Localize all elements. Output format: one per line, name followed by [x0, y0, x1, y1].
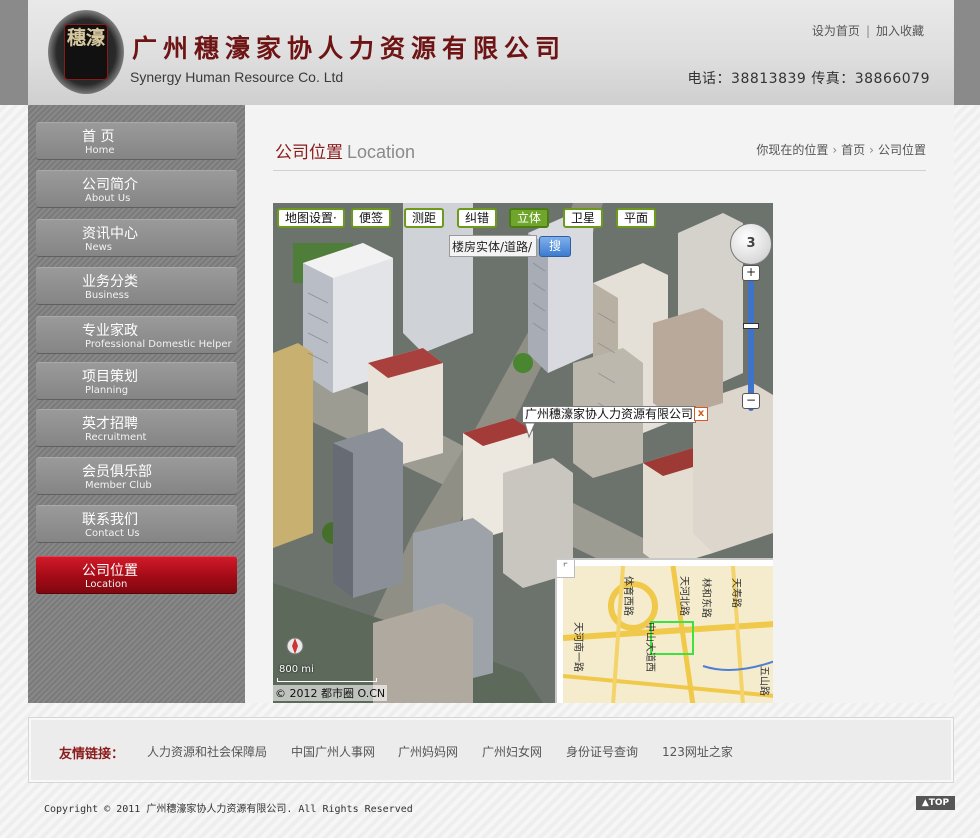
nav-item-domestic-helper[interactable]: 专业家政 Professional Domestic Helper [36, 316, 237, 354]
breadcrumb-prefix: 你现在的位置 [756, 143, 829, 157]
overview-street-label: 中山大道西 [644, 622, 657, 672]
nav-item-sublabel: Home [85, 145, 115, 156]
nav-item-business[interactable]: 业务分类 Business [36, 267, 237, 305]
overview-map-image[interactable]: 林和东路 天河北路 体育西路 天河南一路 中山大道西 天寿路 五山路 [563, 566, 773, 703]
add-bookmark-link[interactable]: 加入收藏 [876, 24, 924, 38]
company-name-cn: 广州穗濠家协人力资源有限公司 [132, 34, 567, 63]
nav-item-label: 英才招聘 [82, 416, 138, 432]
breadcrumb-current: 公司位置 [877, 143, 926, 157]
nav-item-label: 业务分类 [82, 274, 138, 290]
map-note-button[interactable]: 便签 [351, 208, 392, 228]
overview-street-label: 天河南一路 [572, 622, 585, 672]
zoom-in-button[interactable]: + [742, 265, 760, 281]
overview-street-label: 林和东路 [700, 578, 713, 618]
map-flat-button[interactable]: 平面 [616, 208, 657, 228]
map-pan-control[interactable]: 3 [730, 223, 772, 265]
nav-item-label: 资讯中心 [82, 226, 138, 242]
back-to-top-button[interactable]: ▲TOP [916, 796, 955, 810]
map-settings-button[interactable]: 地图设置· [277, 208, 345, 228]
scale-label: 800 mi [279, 664, 314, 675]
friend-link-gz-mama[interactable]: 广州妈妈网 [398, 743, 458, 760]
nav-item-sublabel: Recruitment [85, 432, 147, 443]
top-links: 设为首页 | 加入收藏 [812, 22, 924, 39]
close-icon[interactable]: x [694, 407, 708, 421]
map-overview[interactable]: 林和东路 天河北路 体育西路 天河南一路 中山大道西 天寿路 五山路 ⌜ [555, 558, 773, 703]
nav-item-sublabel: News [85, 242, 113, 253]
zoom-out-button[interactable]: − [742, 393, 760, 409]
nav-item-label: 专业家政 [82, 323, 138, 339]
site-header: 穗濠 广州穗濠家协人力资源有限公司 Synergy Human Resource… [28, 0, 954, 105]
friend-link-gz-personnel[interactable]: 中国广州人事网 [291, 743, 375, 760]
friend-link-gz-women[interactable]: 广州妇女网 [482, 743, 542, 760]
nav-item-sublabel: Member Club [85, 480, 152, 491]
set-homepage-link[interactable]: 设为首页 [812, 24, 860, 38]
logo-seal-text: 穗濠 [64, 24, 108, 80]
map-copyright: © 2012 都市圈 O.CN [273, 685, 388, 701]
nav-item-label: 首 页 [82, 129, 115, 145]
nav-item-contact[interactable]: 联系我们 Contact Us [36, 505, 237, 543]
nav-item-about[interactable]: 公司简介 About Us [36, 170, 237, 208]
map-measure-button[interactable]: 测距 [404, 208, 445, 228]
site-copyright: Copyright © 2011 广州穗濠家协人力资源有限公司. All Rig… [44, 804, 413, 815]
nav-item-home[interactable]: 首 页 Home [36, 122, 237, 160]
zoom-handle[interactable] [743, 323, 759, 329]
friend-link-hrss[interactable]: 人力资源和社会保障局 [147, 743, 267, 760]
overview-street-label: 天河北路 [678, 576, 691, 616]
breadcrumb-home-link[interactable]: 首页 [841, 143, 865, 157]
nav-item-label: 公司位置 [82, 563, 138, 579]
company-name-en: Synergy Human Resource Co. Ltd [130, 69, 344, 85]
logo-seal[interactable]: 穗濠 [48, 10, 124, 94]
nav-item-sublabel: Contact Us [85, 528, 140, 539]
overview-street-label: 体育西路 [622, 576, 635, 616]
friend-link-123[interactable]: 123网址之家 [662, 743, 733, 760]
map-correct-button[interactable]: 纠错 [457, 208, 498, 228]
map-location-label: 广州穗濠家协人力资源有限公司 [522, 406, 697, 423]
nav-item-label: 项目策划 [82, 369, 138, 385]
chevron-right-icon: › [869, 143, 874, 157]
overview-toggle-icon[interactable]: ⌜ [557, 560, 575, 578]
nav-item-location[interactable]: 公司位置 Location [36, 556, 237, 594]
nav-item-planning[interactable]: 项目策划 Planning [36, 362, 237, 400]
main-panel: 公司位置 Location 你现在的位置 › 首页 › 公司位置 地图设置· 便… [245, 105, 954, 703]
map-satellite-button[interactable]: 卫星 [563, 208, 604, 228]
page-title-en: Location [347, 142, 416, 162]
nav-item-member-club[interactable]: 会员俱乐部 Member Club [36, 457, 237, 495]
breadcrumb: 你现在的位置 › 首页 › 公司位置 [756, 141, 926, 158]
nav-item-sublabel: Professional Domestic Helper [85, 339, 232, 350]
friend-links: 友情链接： 人力资源和社会保障局 中国广州人事网 广州妈妈网 广州妇女网 身份证… [28, 717, 954, 783]
nav-item-news[interactable]: 资讯中心 News [36, 219, 237, 257]
nav-item-label: 会员俱乐部 [82, 464, 152, 480]
nav-item-label: 公司简介 [82, 177, 138, 193]
chevron-right-icon: › [832, 143, 838, 157]
title-divider [273, 170, 926, 171]
map-search-button[interactable]: 搜 [539, 236, 571, 257]
top-links-separator: | [865, 24, 870, 38]
zoom-track[interactable] [748, 265, 754, 411]
sidebar-nav: 首 页 Home 公司简介 About Us 资讯中心 News 业务分类 Bu… [28, 105, 245, 703]
nav-item-label: 联系我们 [82, 512, 138, 528]
nav-item-sublabel: About Us [85, 193, 131, 204]
page-title: 公司位置 Location [275, 138, 415, 163]
overview-street-label: 天寿路 [730, 578, 743, 608]
friend-link-id-lookup[interactable]: 身份证号查询 [566, 743, 638, 760]
nav-item-recruitment[interactable]: 英才招聘 Recruitment [36, 409, 237, 447]
zoom-level-indicator: 3 [746, 236, 756, 251]
nav-item-sublabel: Location [85, 579, 128, 590]
nav-item-sublabel: Business [85, 290, 130, 301]
scale-bar [277, 678, 377, 682]
content-area: 首 页 Home 公司简介 About Us 资讯中心 News 业务分类 Bu… [28, 105, 954, 703]
map-3d-button[interactable]: 立体 [509, 208, 550, 228]
contact-phone-fax: 电话：38813839 传真：38866079 [687, 71, 930, 87]
page-title-cn: 公司位置 [275, 143, 343, 163]
friend-links-label: 友情链接： [59, 747, 125, 762]
nav-item-sublabel: Planning [85, 385, 129, 396]
overview-street-label: 五山路 [758, 666, 771, 696]
map-view[interactable]: 地图设置· 便签 测距 纠错 立体 卫星 平面 楼房实体/道路/ 搜 广州穗濠家… [273, 203, 773, 703]
zoom-slider[interactable]: + − [742, 265, 760, 411]
map-search-input[interactable]: 楼房实体/道路/ [449, 235, 537, 257]
